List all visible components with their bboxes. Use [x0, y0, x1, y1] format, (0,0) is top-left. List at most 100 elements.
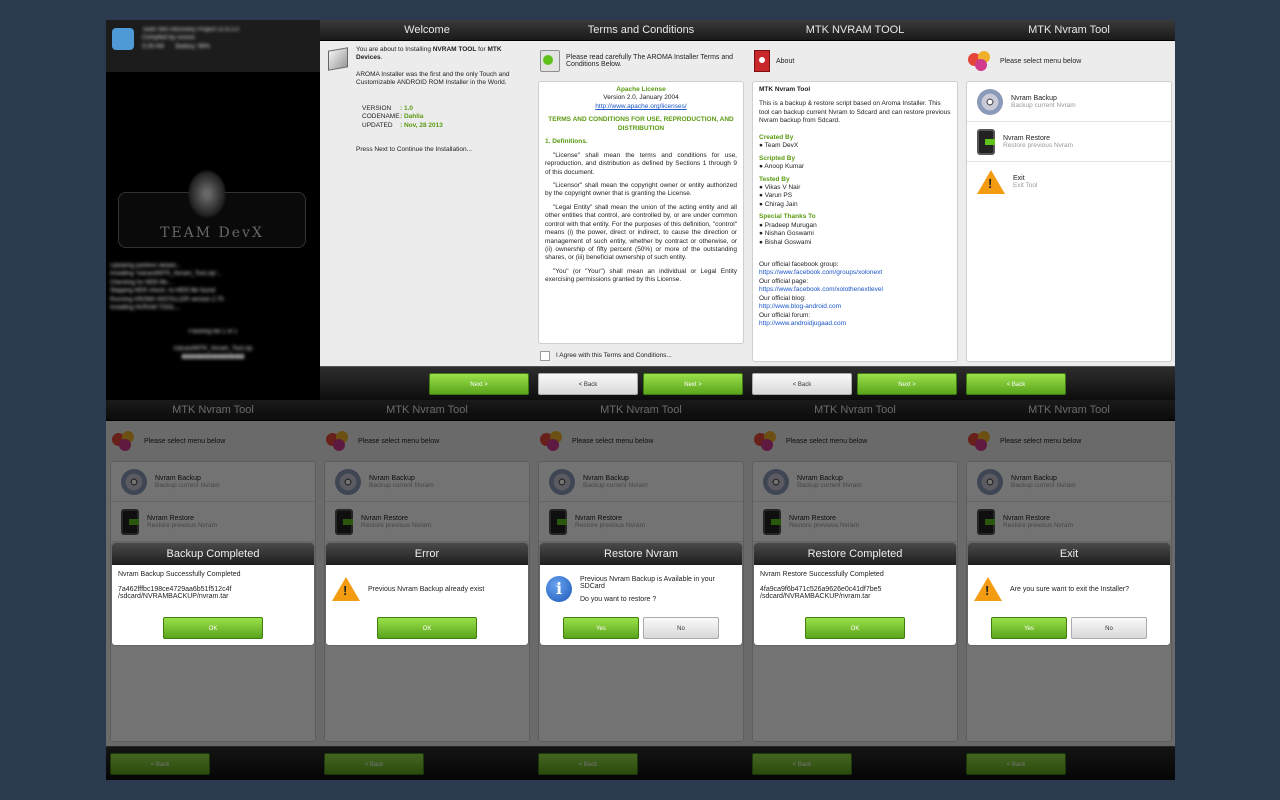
- dialog-md5: 7a462fffbc198ce4729aa6b51f512c4f: [118, 586, 232, 593]
- definitions-heading: 1. Definitions.: [545, 138, 588, 146]
- yes-button[interactable]: Yes: [563, 617, 639, 639]
- screenshot-collage: Team Win Recovery Project v2.6.3.0 Compil…: [106, 20, 1175, 780]
- tester: ● Varun PS: [759, 192, 793, 200]
- dialog-message: Are you sure want to exit the Installer?: [1010, 585, 1130, 593]
- dialog-path: /sdcard/NVRAMBACKUP/nvram.tar: [118, 593, 229, 600]
- dialog-message: Nvram Backup Successfully Completed: [118, 571, 241, 578]
- dialog-title: Backup Completed: [112, 543, 314, 565]
- back-button[interactable]: < Back: [752, 373, 852, 395]
- dialog-panel-restore: MTK Nvram Tool Please select menu below …: [534, 400, 748, 780]
- def-license: "License" shall mean the terms and condi…: [545, 151, 737, 176]
- tested-heading: Tested By: [759, 175, 790, 183]
- welcome-title: Welcome: [320, 20, 534, 41]
- license-url[interactable]: http://www.apache.org/licenses/: [545, 103, 737, 111]
- menu-header: Please select menu below: [962, 41, 1175, 81]
- menu-content: Please select menu below Nvram BackupBac…: [962, 41, 1175, 366]
- dialog-title: Error: [326, 543, 528, 565]
- yes-button[interactable]: Yes: [991, 617, 1067, 639]
- forum-link[interactable]: http://www.androidjugaad.com: [759, 320, 951, 328]
- dialog-panel-error: MTK Nvram Tool Please select menu below …: [320, 400, 534, 780]
- info-icon: i: [546, 576, 572, 602]
- next-button[interactable]: Next >: [857, 373, 957, 395]
- terms-panel: Terms and Conditions Please read careful…: [534, 20, 748, 400]
- about-header: About: [748, 41, 962, 81]
- scripted-by: ● Anoop Kumar: [759, 163, 805, 171]
- about-panel: MTK NVRAM TOOL About MTK Nvram Tool This…: [748, 20, 962, 400]
- dialog-restore-nvram: Restore Nvram i Previous Nvram Backup is…: [539, 542, 743, 646]
- welcome-panel: Welcome You are about to Installing NVRA…: [320, 20, 534, 400]
- thanks-name: ● Pradeep Murugan: [759, 221, 817, 229]
- created-heading: Created By: [759, 133, 794, 141]
- blog-link[interactable]: http://www.blog-android.com: [759, 303, 951, 311]
- about-box[interactable]: MTK Nvram Tool This is a backup & restor…: [752, 81, 958, 362]
- menu-button-bar: < Back: [962, 366, 1175, 400]
- fb-link[interactable]: https://www.facebook.com/groups/xolonext: [759, 269, 951, 277]
- welcome-press: Press Next to Continue the Installation.…: [356, 146, 472, 153]
- android-logo-icon: [112, 28, 134, 50]
- welcome-content: You are about to Installing NVRAM TOOL f…: [320, 41, 534, 366]
- team-devx-brand: TEAM DevX: [160, 225, 264, 241]
- team-devx-logo: TEAM DevX: [118, 169, 306, 248]
- created-by: ● Team DevX: [759, 142, 799, 150]
- license-title: Apache License: [616, 86, 666, 93]
- def-licensor: "Licensor" shall mean the copyright owne…: [545, 181, 737, 198]
- terms-content: Please read carefully The AROMA Installe…: [534, 41, 748, 366]
- phone-icon: [977, 128, 995, 155]
- recovery-log: Updating partition details... Installing …: [110, 263, 224, 311]
- menu-item-restore[interactable]: Nvram RestoreRestore previous Nvram: [967, 122, 1171, 162]
- thanks-name: ● Bishal Goswami: [759, 238, 812, 246]
- welcome-intro: You are about to Installing NVRAM TOOL f…: [356, 46, 502, 62]
- agree-label: I Agree with this Terms and Conditions..…: [556, 351, 672, 359]
- dialog-panel-exit: MTK Nvram Tool Please select menu below …: [962, 400, 1175, 780]
- menu-panel: MTK Nvram Tool Please select menu below …: [962, 20, 1175, 400]
- tester: ● Vikas V Nair: [759, 183, 801, 191]
- dialog-exit: Exit ! Are you sure want to exit the Ins…: [967, 542, 1171, 646]
- menu-item-exit[interactable]: ! Exit Exit Tool: [967, 162, 1171, 202]
- dialog-message: Previous Nvram Backup already exist: [368, 585, 485, 593]
- next-button[interactable]: Next >: [429, 373, 529, 395]
- terms-title: Terms and Conditions: [534, 20, 748, 41]
- recovery-header: Team Win Recovery Project v2.6.3.0 Compil…: [106, 20, 320, 72]
- license-version: Version 2.0, January 2004: [603, 94, 679, 102]
- disc-icon: [977, 88, 1003, 115]
- def-legal-entity: "Legal Entity" shall mean the union of t…: [545, 203, 737, 262]
- blog-label: Our official blog:: [759, 294, 806, 302]
- about-content: About MTK Nvram Tool This is a backup & …: [748, 41, 962, 366]
- welcome-desc: AROMA Installer was the first and the on…: [356, 71, 510, 87]
- dialog-title: Restore Completed: [754, 543, 956, 565]
- license-box[interactable]: Apache License Version 2.0, January 2004…: [538, 81, 744, 344]
- about-button-bar: < Back Next >: [748, 366, 962, 400]
- no-button[interactable]: No: [1071, 617, 1147, 639]
- ok-button[interactable]: OK: [805, 617, 905, 639]
- ok-button[interactable]: OK: [377, 617, 477, 639]
- agree-row[interactable]: I Agree with this Terms and Conditions..…: [540, 351, 672, 361]
- next-button[interactable]: Next >: [643, 373, 743, 395]
- ok-button[interactable]: OK: [163, 617, 263, 639]
- back-button[interactable]: < Back: [538, 373, 638, 395]
- menu-icon: [968, 51, 994, 71]
- agree-checkbox[interactable]: [540, 351, 550, 361]
- forum-label: Our official forum:: [759, 311, 811, 319]
- dialog-backup-completed: Backup Completed Nvram Backup Successful…: [111, 542, 315, 646]
- tester: ● Chirag Jain: [759, 200, 798, 208]
- dialog-error: Error ! Previous Nvram Backup already ex…: [325, 542, 529, 646]
- thanks-heading: Special Thanks To: [759, 213, 816, 221]
- back-button[interactable]: < Back: [966, 373, 1066, 395]
- dialog-message: Nvram Restore Successfully Completed: [760, 571, 884, 578]
- book-icon: [754, 50, 770, 72]
- dialog-md5: 4fa9ca9f6b471c526a9626e0c41df7be5: [760, 586, 882, 593]
- dialog-panel-backup: MTK Nvram Tool Please select menu below …: [106, 400, 320, 780]
- menu-item-backup[interactable]: Nvram BackupBackup current Nvram: [967, 82, 1171, 122]
- fb-label: Our official facebook group:: [759, 261, 839, 268]
- license-heading: TERMS AND CONDITIONS FOR USE, REPRODUCTI…: [548, 116, 734, 132]
- recovery-splash-panel: Team Win Recovery Project v2.6.3.0 Compil…: [106, 20, 320, 400]
- warning-icon: !: [977, 170, 1005, 194]
- dialog-restore-completed: Restore Completed Nvram Restore Successf…: [753, 542, 957, 646]
- no-button[interactable]: No: [643, 617, 719, 639]
- dialog-title: Restore Nvram: [540, 543, 742, 565]
- dialog-message: Previous Nvram Backup is Available in yo…: [580, 575, 715, 590]
- def-you: "You" (or "Your") shall mean an individu…: [545, 267, 737, 284]
- scripted-heading: Scripted By: [759, 154, 796, 162]
- warning-icon: !: [332, 577, 360, 601]
- page-link[interactable]: https://www.facebook.com/xolothenextleve…: [759, 286, 951, 294]
